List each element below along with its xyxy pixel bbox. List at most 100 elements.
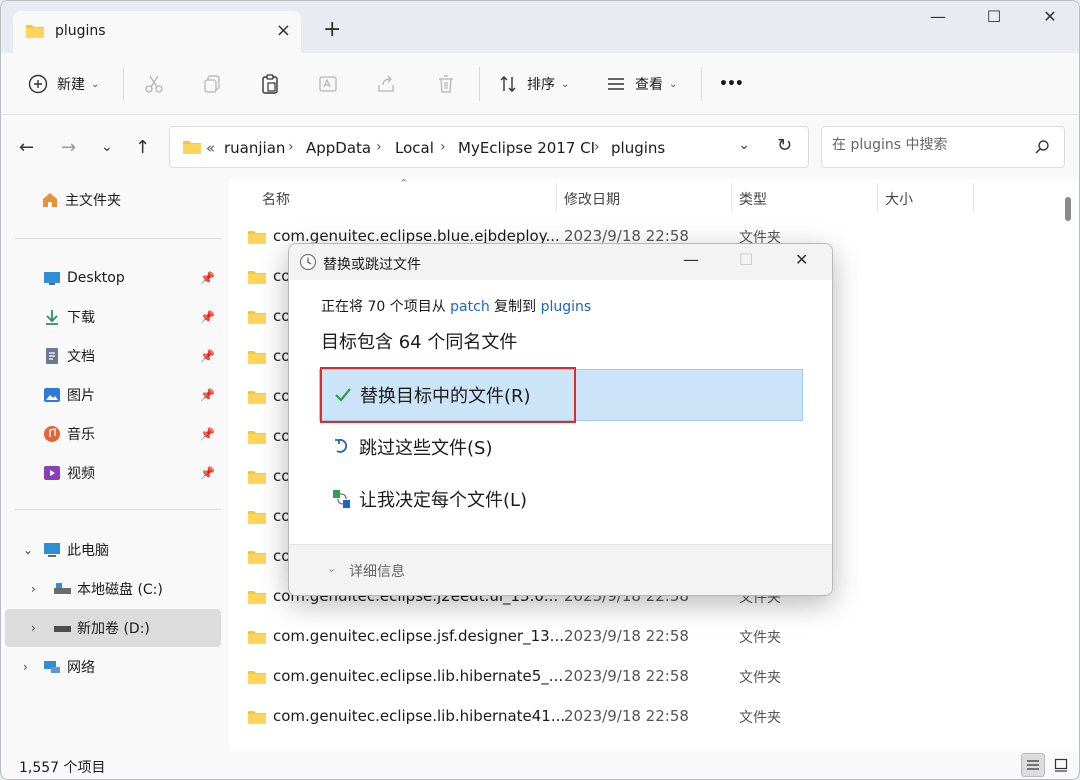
up-arrow-icon[interactable]: ↑ — [135, 137, 150, 158]
sidebar-item-label: 视频 — [67, 466, 95, 482]
folder-icon — [247, 709, 267, 729]
sidebar-item-downloads[interactable]: 下载 📌 — [5, 298, 221, 336]
breadcrumb-plugins[interactable]: plugins — [611, 139, 665, 157]
back-arrow-icon[interactable]: ← — [19, 137, 34, 158]
file-date: 2023/9/18 22:58 — [564, 707, 689, 725]
view-label: 查看 — [635, 77, 663, 93]
rename-icon[interactable] — [317, 71, 339, 97]
details-toggle[interactable]: 详细信息 — [349, 561, 405, 581]
home-icon — [41, 191, 59, 209]
breadcrumb-overflow[interactable]: « — [206, 139, 215, 157]
search-box[interactable] — [821, 126, 1065, 168]
sidebar-item-pictures[interactable]: 图片 📌 — [5, 376, 221, 414]
search-input[interactable] — [832, 137, 1022, 153]
breadcrumb-ruanjian[interactable]: ruanjian — [224, 139, 285, 157]
column-divider[interactable] — [556, 183, 557, 211]
dialog-minimize-button[interactable]: — — [683, 250, 699, 269]
column-header-date[interactable]: 修改日期 — [564, 189, 620, 209]
refresh-icon[interactable]: ↻ — [777, 135, 792, 156]
table-row[interactable]: com.genuitec.eclipse.jsf.designer_13... 2… — [243, 617, 1063, 657]
column-divider[interactable] — [973, 183, 974, 211]
folder-icon — [247, 469, 267, 489]
sidebar-item-network[interactable]: › 网络 — [5, 648, 221, 686]
drive-icon — [53, 619, 71, 637]
sidebar-item-drive-d[interactable]: › 新加卷 (D:) — [5, 609, 221, 647]
details-view-icon[interactable] — [1021, 753, 1045, 777]
source-folder-link[interactable]: patch — [450, 299, 490, 315]
tab-plugins[interactable]: plugins × — [13, 11, 301, 53]
music-icon — [43, 425, 61, 443]
search-icon[interactable] — [1034, 139, 1050, 159]
sidebar-item-desktop[interactable]: Desktop 📌 — [5, 259, 221, 297]
forward-arrow-icon[interactable]: → — [61, 137, 76, 158]
cut-icon[interactable] — [143, 71, 165, 97]
column-divider[interactable] — [731, 183, 732, 211]
dialog-footer: ⌄ 详细信息 — [289, 544, 832, 595]
folder-icon — [247, 629, 267, 649]
chevron-down-icon[interactable]: ⌄ — [23, 543, 33, 557]
table-row[interactable]: com.genuitec.eclipse.lib.hibernate41... 2… — [243, 697, 1063, 737]
pin-icon[interactable]: 📌 — [200, 427, 215, 441]
pin-icon[interactable]: 📌 — [200, 466, 215, 480]
tiles-view-icon[interactable] — [1049, 753, 1073, 777]
sort-label: 排序 — [527, 77, 555, 93]
tab-close-icon[interactable]: × — [276, 20, 291, 41]
sidebar-item-documents[interactable]: 文档 📌 — [5, 337, 221, 375]
more-options-button[interactable]: ••• — [719, 71, 744, 97]
chevron-right-icon[interactable]: › — [23, 660, 28, 674]
dialog-maximize-button[interactable]: ☐ — [739, 250, 753, 269]
sidebar-item-home[interactable]: 主文件夹 — [41, 181, 221, 219]
file-type: 文件夹 — [739, 630, 781, 646]
target-folder-link[interactable]: plugins — [541, 299, 592, 315]
chevron-down-icon[interactable]: ⌄ — [327, 562, 336, 575]
chevron-right-icon[interactable]: › — [31, 582, 36, 596]
sidebar-item-this-pc[interactable]: ⌄ 此电脑 — [5, 531, 221, 569]
address-bar[interactable]: « ruanjian › AppData › Local › MyEclipse… — [169, 126, 809, 168]
sidebar-item-label: 下载 — [67, 310, 95, 326]
chevron-right-icon[interactable]: › — [31, 621, 36, 635]
view-button[interactable]: 查看 ⌄ — [605, 71, 677, 97]
recent-locations-chevron-icon[interactable]: ⌄ — [101, 139, 113, 155]
breadcrumb-appdata[interactable]: AppData — [306, 139, 371, 157]
folder-icon — [247, 229, 267, 249]
breadcrumb-separator: › — [440, 139, 446, 155]
sidebar-divider — [15, 238, 221, 239]
maximize-button[interactable]: ☐ — [971, 7, 1017, 26]
new-tab-button[interactable]: + — [323, 19, 341, 41]
sidebar-item-music[interactable]: 音乐 📌 — [5, 415, 221, 453]
sidebar-item-drive-c[interactable]: › 本地磁盘 (C:) — [5, 570, 221, 608]
vertical-scrollbar[interactable] — [1065, 197, 1071, 221]
sidebar-item-videos[interactable]: 视频 📌 — [5, 454, 221, 492]
share-icon[interactable] — [375, 71, 397, 97]
dialog-close-button[interactable]: ✕ — [795, 250, 808, 269]
table-row[interactable]: com.genuitec.eclipse.lib.hibernate5_... 2… — [243, 657, 1063, 697]
skip-arrow-icon — [329, 437, 355, 457]
sort-button[interactable]: 排序 ⌄ — [497, 71, 569, 97]
breadcrumb-myeclipse[interactable]: MyEclipse 2017 CI — [458, 139, 595, 157]
copy-icon[interactable] — [201, 71, 223, 97]
chevron-down-icon: ⌄ — [561, 78, 570, 90]
pin-icon[interactable]: 📌 — [200, 271, 215, 285]
column-divider[interactable] — [877, 183, 878, 211]
conflict-count: 64 — [398, 332, 422, 353]
drive-icon — [53, 580, 71, 598]
folder-icon — [25, 23, 45, 43]
sidebar-divider — [15, 509, 221, 510]
close-window-button[interactable]: ✕ — [1027, 7, 1073, 26]
column-header-type[interactable]: 类型 — [739, 189, 767, 209]
minimize-button[interactable]: — — [915, 7, 961, 26]
delete-icon[interactable] — [435, 71, 457, 97]
pin-icon[interactable]: 📌 — [200, 388, 215, 402]
column-header-name[interactable]: 名称 — [262, 189, 290, 209]
breadcrumb-local[interactable]: Local — [395, 139, 434, 157]
column-header-size[interactable]: 大小 — [885, 189, 913, 209]
navigation-pane: 主文件夹 Desktop 📌 下载 📌 文档 📌 图片 📌 音乐 📌 视频 📌 … — [1, 179, 229, 751]
address-dropdown-chevron-icon[interactable]: ⌄ — [738, 137, 750, 153]
new-button[interactable]: 新建 ⌄ — [27, 71, 99, 97]
paste-icon[interactable] — [259, 71, 281, 97]
dialog-title: 替换或跳过文件 — [323, 257, 421, 273]
skip-files-option[interactable]: 跳过这些文件(S) — [319, 421, 803, 473]
pin-icon[interactable]: 📌 — [200, 349, 215, 363]
decide-each-file-option[interactable]: 让我决定每个文件(L) — [319, 473, 803, 525]
pin-icon[interactable]: 📌 — [200, 310, 215, 324]
